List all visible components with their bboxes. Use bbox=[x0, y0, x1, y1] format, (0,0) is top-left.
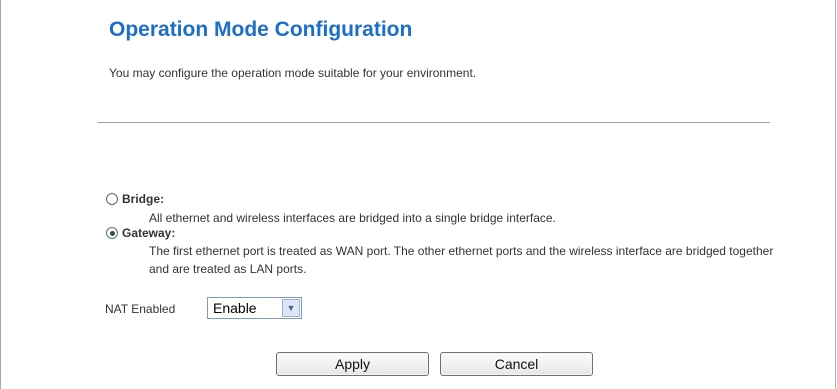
chevron-down-icon[interactable]: ▼ bbox=[282, 299, 300, 317]
bridge-description: All ethernet and wireless interfaces are… bbox=[149, 211, 556, 225]
apply-button[interactable]: Apply bbox=[276, 352, 429, 376]
section-divider bbox=[98, 122, 770, 123]
page-intro: You may configure the operation mode sui… bbox=[109, 66, 477, 80]
frame-right-border bbox=[835, 0, 836, 389]
bridge-label[interactable]: Bridge: bbox=[122, 192, 164, 206]
frame-left-border bbox=[0, 0, 1, 389]
nat-enabled-select[interactable]: Enable ▼ bbox=[207, 297, 302, 319]
nat-enabled-value: Enable bbox=[213, 300, 257, 316]
bridge-radio[interactable] bbox=[106, 193, 118, 205]
gateway-label[interactable]: Gateway: bbox=[122, 226, 175, 240]
page-title: Operation Mode Configuration bbox=[109, 18, 413, 41]
gateway-radio[interactable] bbox=[106, 227, 118, 239]
cancel-button[interactable]: Cancel bbox=[440, 352, 593, 376]
nat-enabled-label: NAT Enabled bbox=[105, 302, 176, 316]
gateway-description: The first ethernet port is treated as WA… bbox=[149, 244, 774, 276]
